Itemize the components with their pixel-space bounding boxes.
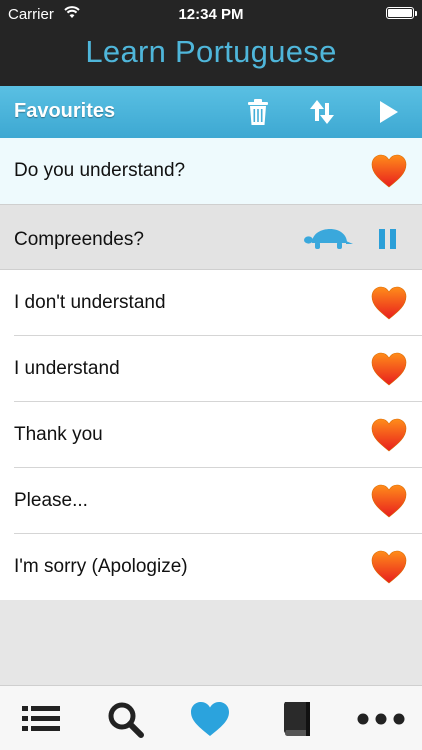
trash-icon[interactable] <box>242 96 274 128</box>
list-item[interactable]: I understand <box>0 336 422 402</box>
list-icon[interactable] <box>20 700 62 738</box>
list-item-playing[interactable]: Compreendes? <box>0 204 422 270</box>
phrase-text: Please... <box>14 490 88 511</box>
phrase-text: I understand <box>14 358 120 379</box>
phrase-text: I don't understand <box>14 292 166 313</box>
favourite-heart-icon[interactable] <box>370 483 408 519</box>
list-item[interactable]: Thank you <box>0 402 422 468</box>
turtle-slow-icon[interactable] <box>304 227 354 251</box>
list-item[interactable]: I'm sorry (Apologize) <box>0 534 422 600</box>
phrase-translation: Compreendes? <box>14 229 144 250</box>
favourite-heart-icon[interactable] <box>370 549 408 585</box>
phrase-text: I'm sorry (Apologize) <box>14 556 188 577</box>
list-item-selected[interactable]: Do you understand? <box>0 138 422 204</box>
pause-icon[interactable] <box>376 227 400 251</box>
battery-icon <box>386 7 417 19</box>
book-icon[interactable] <box>276 700 318 738</box>
more-icon[interactable] <box>355 700 407 738</box>
favourite-heart-icon[interactable] <box>370 417 408 453</box>
tab-bar <box>0 685 422 750</box>
page-title: Learn Portuguese <box>85 34 337 69</box>
search-icon[interactable] <box>105 700 147 738</box>
app-header: Carrier 12:34 PM Learn Portuguese <box>0 0 422 86</box>
phrase-text: Thank you <box>14 424 103 445</box>
toolbar-label: Favourites <box>14 100 116 122</box>
favourites-toolbar: Favourites <box>0 86 422 138</box>
phrase-text: Do you understand? <box>14 160 186 181</box>
sort-icon[interactable] <box>306 96 338 128</box>
status-bar: Carrier 12:34 PM <box>0 0 422 28</box>
favourite-heart-icon[interactable] <box>370 285 408 321</box>
heart-icon[interactable] <box>189 700 231 738</box>
favourite-heart-icon[interactable] <box>370 153 408 189</box>
list-item[interactable]: I don't understand <box>0 270 422 336</box>
favourite-heart-icon[interactable] <box>370 351 408 387</box>
list-item[interactable]: Please... <box>0 468 422 534</box>
status-time: 12:34 PM <box>178 6 244 23</box>
play-icon[interactable] <box>372 96 404 128</box>
